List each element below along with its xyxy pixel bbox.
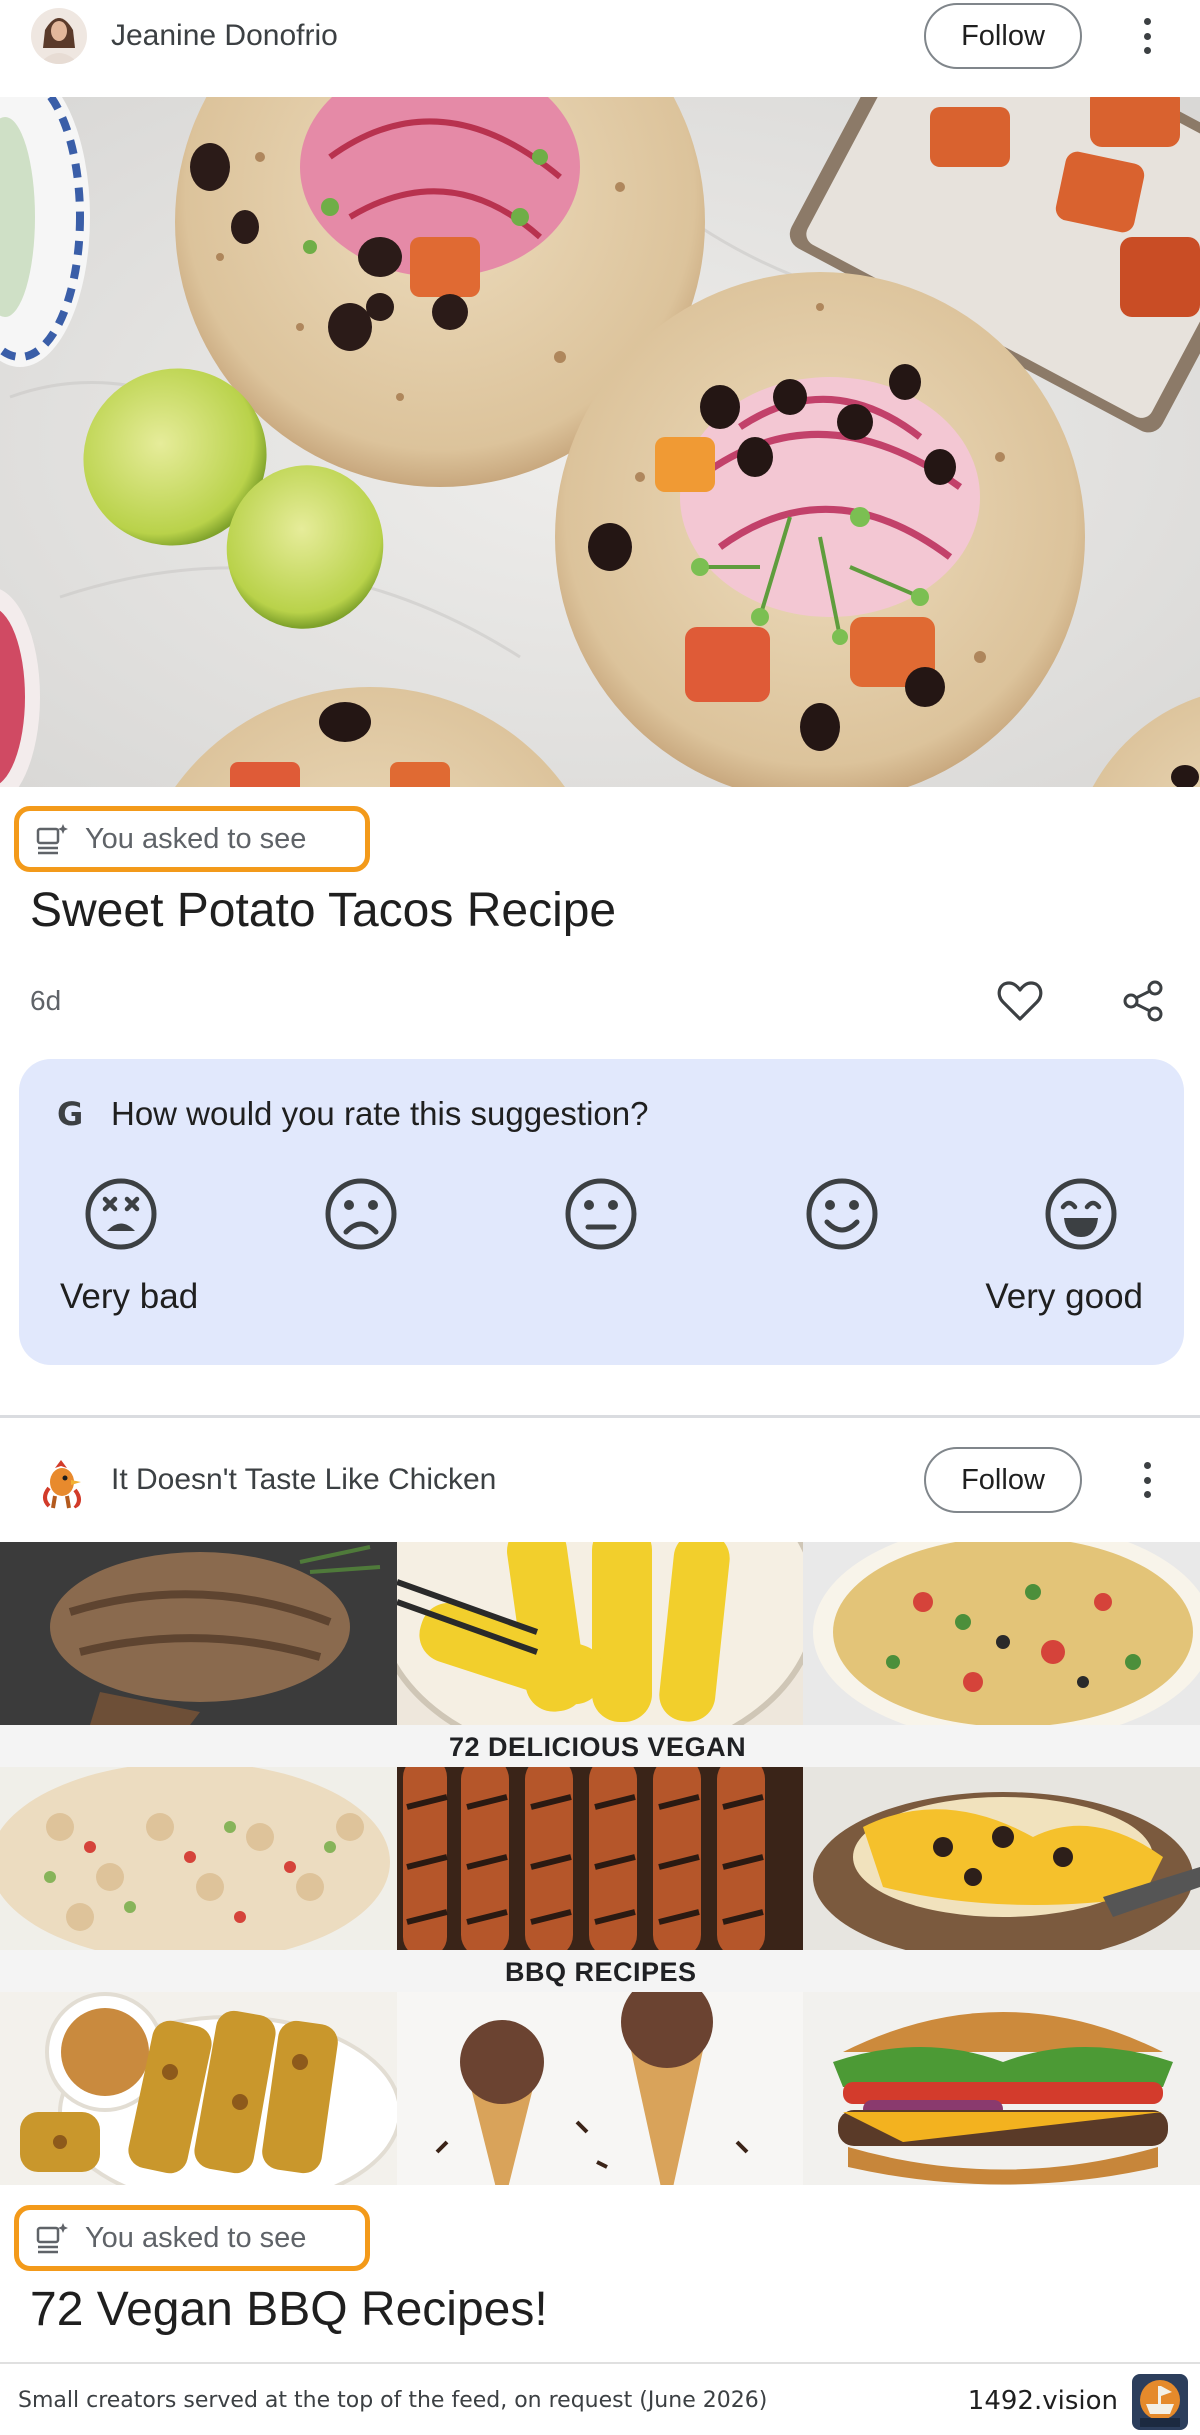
good-face-icon[interactable] bbox=[802, 1174, 882, 1254]
author-avatar[interactable] bbox=[31, 1452, 91, 1512]
collage-title-line1: 72 DELICIOUS VEGAN bbox=[449, 1732, 747, 1762]
follow-button[interactable]: Follow bbox=[924, 1447, 1082, 1513]
brand-logo-icon bbox=[1132, 2374, 1188, 2430]
badge-label: You asked to see bbox=[85, 2221, 307, 2254]
you-asked-to-see-badge: You asked to see bbox=[14, 806, 370, 872]
caption-text: Small creators served at the top of the … bbox=[18, 2388, 768, 2413]
post1-image[interactable] bbox=[0, 97, 1200, 787]
collage-banner-2: BBQ RECIPES bbox=[397, 1950, 803, 1992]
very-good-label: Very good bbox=[985, 1277, 1143, 1316]
feed-preference-icon bbox=[36, 2223, 68, 2254]
collage-banner-1: 72 DELICIOUS VEGAN bbox=[397, 1725, 803, 1767]
google-g-icon: G bbox=[57, 1095, 84, 1133]
macaroni-salad-photo bbox=[0, 1767, 397, 1950]
author-avatar[interactable] bbox=[31, 8, 87, 64]
collage-gap bbox=[0, 1725, 397, 1767]
very-good-face-icon[interactable] bbox=[1041, 1174, 1121, 1254]
veggie-burger-photo bbox=[803, 1992, 1200, 2185]
pasta-salad-photo bbox=[803, 1542, 1200, 1725]
bad-face-icon[interactable] bbox=[321, 1174, 401, 1254]
very-bad-face-icon[interactable] bbox=[81, 1174, 161, 1254]
author-name[interactable]: Jeanine Donofrio bbox=[111, 19, 338, 53]
brand-name: 1492.vision bbox=[967, 2386, 1118, 2416]
more-options-icon[interactable] bbox=[1132, 14, 1162, 58]
post2-title[interactable]: 72 Vegan BBQ Recipes! bbox=[30, 2282, 548, 2337]
author-name[interactable]: It Doesn't Taste Like Chicken bbox=[111, 1463, 496, 1497]
collage-gap bbox=[803, 1725, 1200, 1767]
more-options-icon[interactable] bbox=[1132, 1458, 1162, 1502]
feed-preference-icon bbox=[36, 824, 68, 855]
rating-card: G How would you rate this suggestion? Ve… bbox=[19, 1059, 1184, 1365]
grilled-sausages-photo bbox=[397, 1767, 803, 1950]
share-icon[interactable] bbox=[1115, 973, 1171, 1029]
badge-label: You asked to see bbox=[85, 822, 307, 855]
caption-footer: Small creators served at the top of the … bbox=[0, 2362, 1200, 2435]
post1-header: Jeanine Donofrio Follow bbox=[0, 0, 1200, 72]
neutral-face-icon[interactable] bbox=[561, 1174, 641, 1254]
post2-image[interactable]: 72 DELICIOUS VEGAN BBQ RECIPES bbox=[0, 1542, 1200, 2185]
collage-gap bbox=[0, 1950, 397, 1992]
feed-divider bbox=[0, 1415, 1200, 1418]
you-asked-to-see-badge: You asked to see bbox=[14, 2205, 370, 2271]
post1-title[interactable]: Sweet Potato Tacos Recipe bbox=[30, 883, 616, 938]
collage-title-line2: BBQ RECIPES bbox=[505, 1957, 697, 1987]
rating-question: How would you rate this suggestion? bbox=[111, 1095, 649, 1132]
follow-button[interactable]: Follow bbox=[924, 3, 1082, 69]
very-bad-label: Very bad bbox=[60, 1277, 199, 1316]
heart-icon[interactable] bbox=[992, 973, 1048, 1029]
collage-gap bbox=[803, 1950, 1200, 1992]
seitan-steak-photo bbox=[0, 1542, 397, 1725]
post-age: 6d bbox=[30, 985, 62, 1016]
post2-header: It Doesn't Taste Like Chicken Follow bbox=[0, 1444, 1200, 1516]
ice-cream-cones-photo bbox=[397, 1992, 803, 2185]
loaded-potato-photo bbox=[803, 1767, 1200, 1950]
satay-skewers-photo bbox=[0, 1992, 397, 2185]
corn-photo bbox=[397, 1542, 803, 1725]
